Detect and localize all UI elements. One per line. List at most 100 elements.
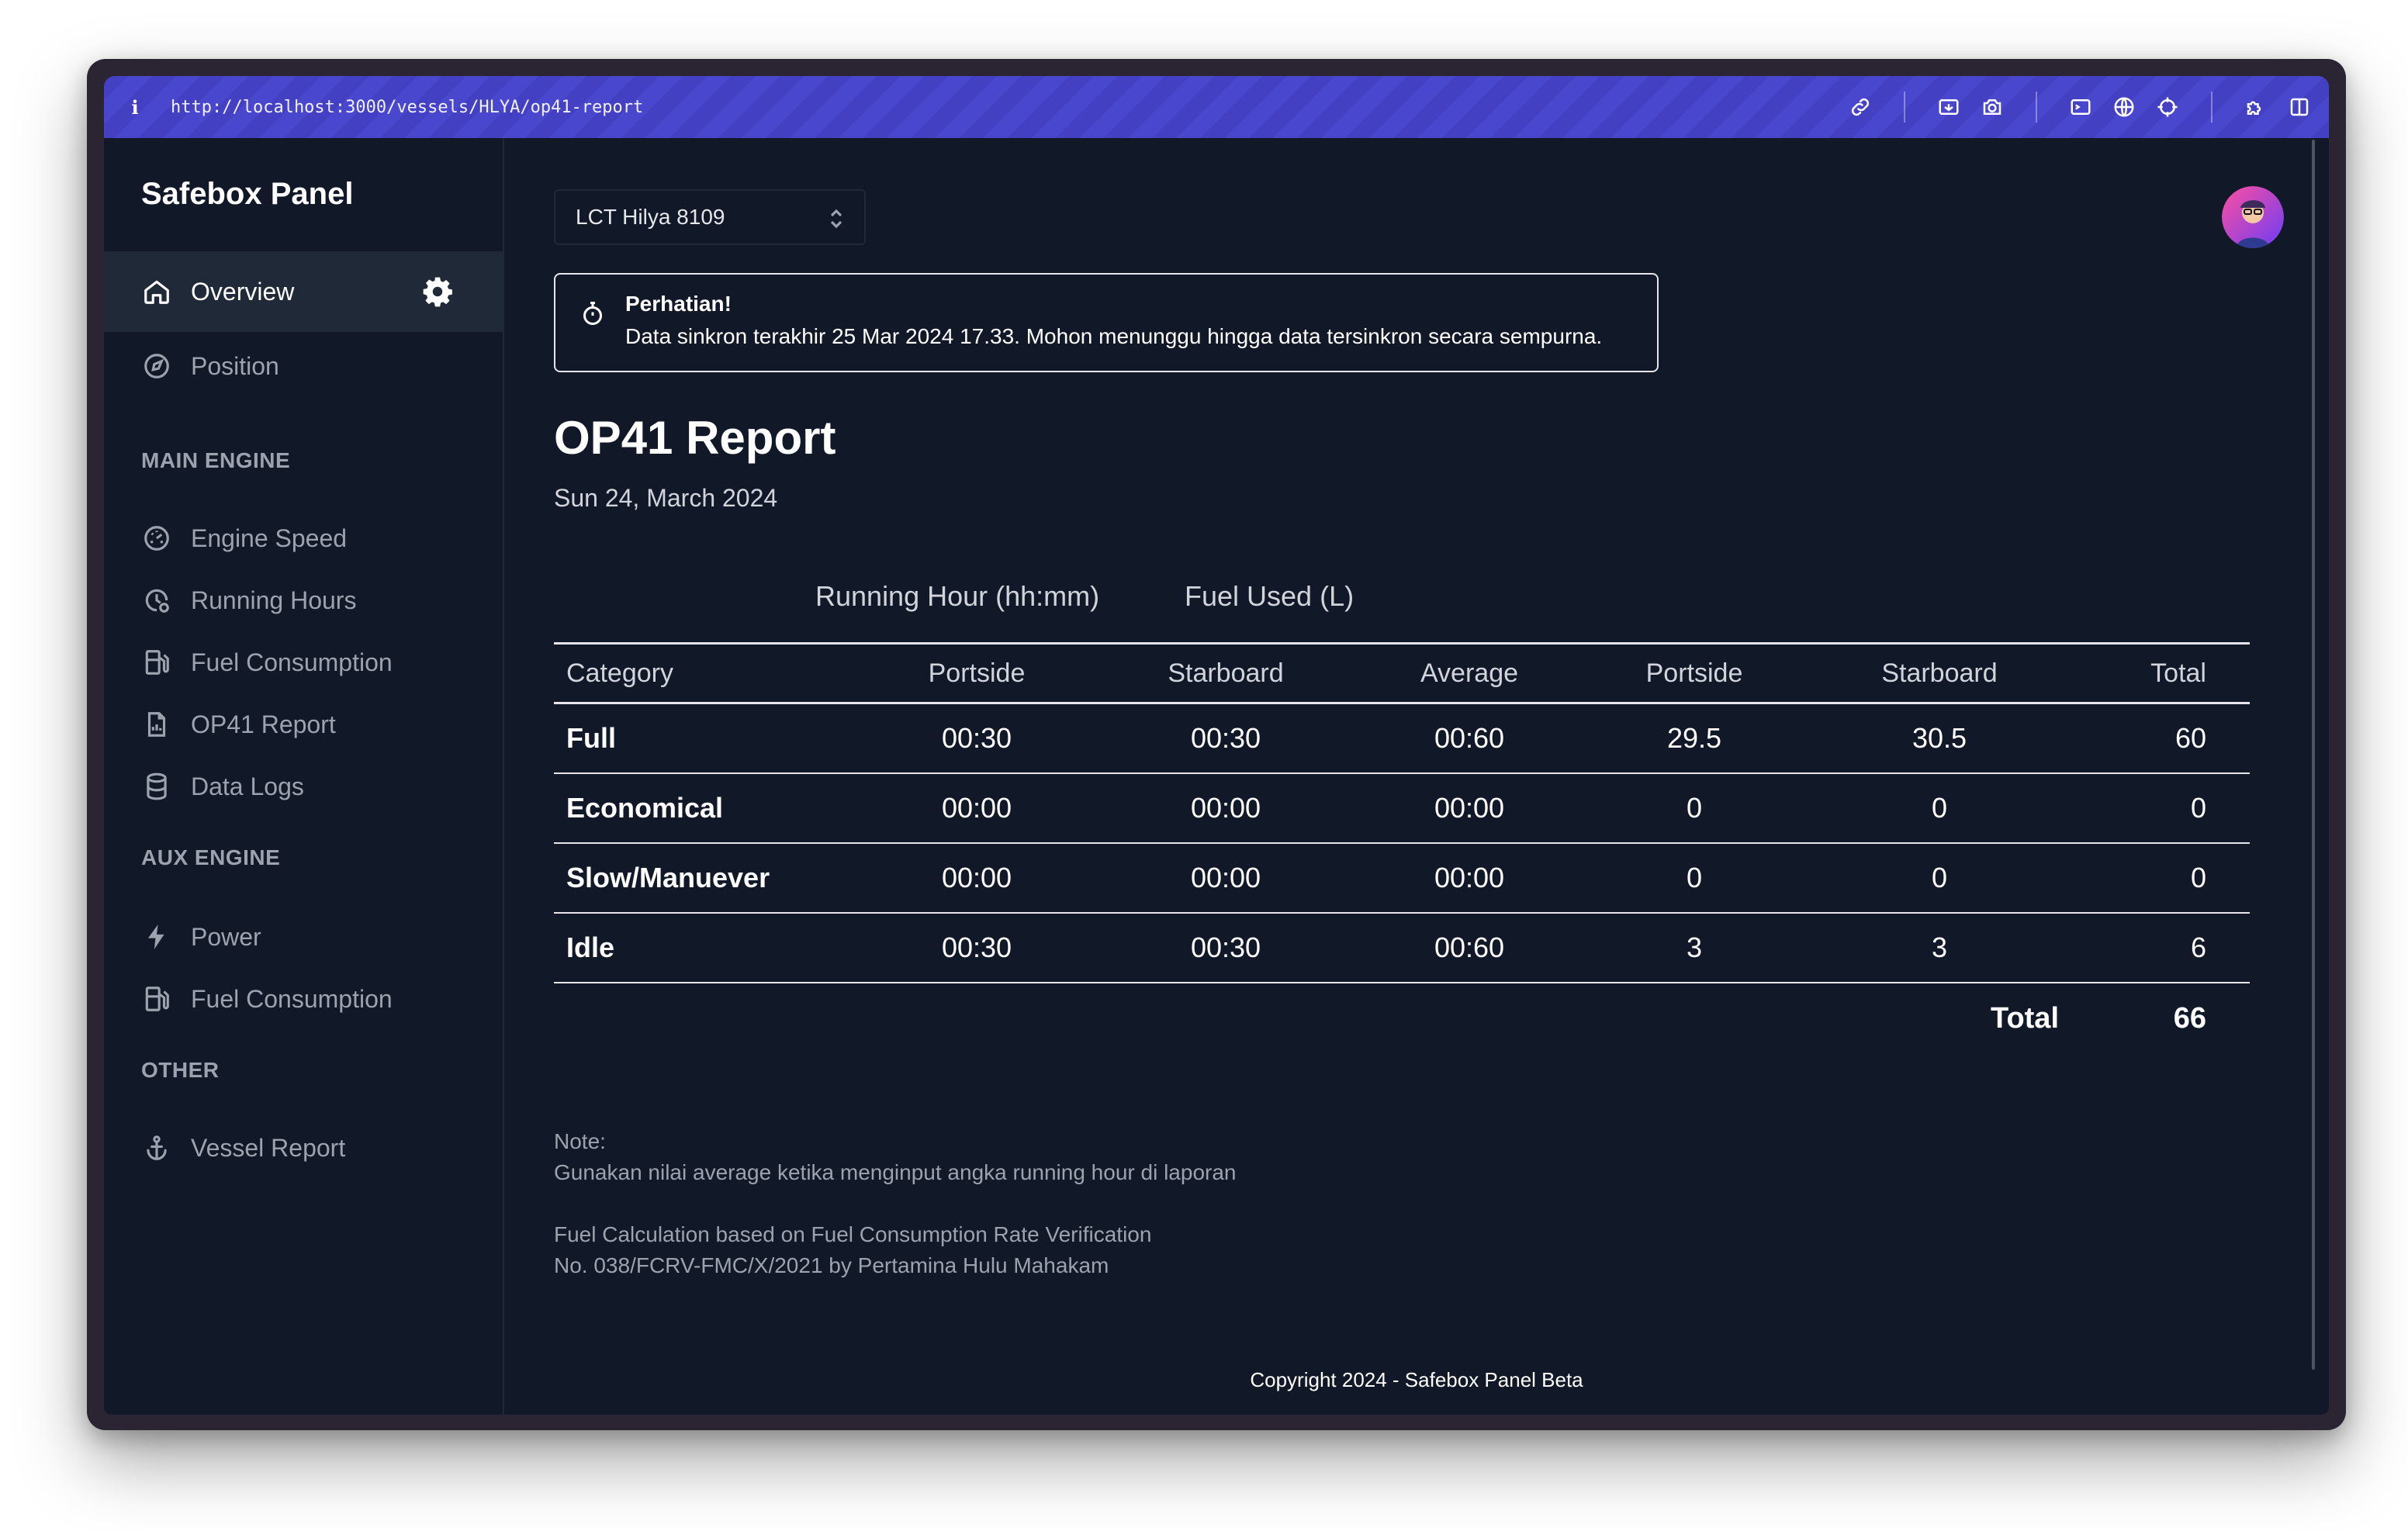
sidebar: Safebox Panel Overview Position MAIN ENG…	[104, 138, 504, 1415]
screenshot-icon[interactable]	[1935, 93, 1963, 121]
column-header-fuel-total: Total	[2150, 658, 2206, 688]
report-icon	[141, 709, 172, 740]
extension-icon[interactable]	[2242, 93, 2270, 121]
timer-icon	[579, 298, 607, 329]
sidebar-item-data-logs[interactable]: Data Logs	[104, 755, 503, 817]
cell-fuel-starboard: 0	[1931, 862, 1948, 893]
sidebar-item-label: Running Hours	[191, 586, 357, 614]
gauge-icon	[141, 523, 172, 554]
camera-icon[interactable]	[1978, 93, 2006, 121]
url-bar[interactable]: http://localhost:3000/vessels/HLYA/op41-…	[171, 98, 643, 117]
info-icon[interactable]: i	[119, 96, 150, 119]
cell-rh-average: 00:60	[1434, 931, 1505, 963]
sync-alert: Perhatian! Data sinkron terakhir 25 Mar …	[554, 273, 1659, 372]
sidebar-item-label: Data Logs	[191, 772, 304, 800]
section-main-engine: MAIN ENGINE	[141, 448, 291, 472]
sidebar-item-label: Fuel Consumption	[191, 648, 393, 676]
cell-rh-starboard: 00:30	[1190, 931, 1261, 963]
browser-titlebar: i http://localhost:3000/vessels/HLYA/op4…	[104, 76, 2329, 138]
column-header-rh-portside: Portside	[928, 658, 1026, 688]
column-header-rh-starboard: Starboard	[1168, 658, 1284, 688]
sidebar-item-power[interactable]: Power	[104, 906, 503, 968]
avatar[interactable]	[2222, 186, 2284, 248]
footer-copyright: Copyright 2024 - Safebox Panel Beta	[1250, 1368, 1583, 1391]
table-row: Economical 00:00 00:00 00:00 0 0 0	[554, 774, 2250, 844]
table-total-row: Total 66	[554, 983, 2250, 1053]
cell-fuel-starboard: 3	[1931, 931, 1948, 963]
cell-fuel-portside: 3	[1686, 931, 1703, 963]
group-header-running-hour: Running Hour (hh:mm)	[815, 580, 1100, 612]
column-header-fuel-starboard: Starboard	[1881, 658, 1998, 688]
cell-rh-average: 00:00	[1434, 792, 1505, 824]
table-row: Full 00:30 00:30 00:60 29.5 30.5 60	[554, 704, 2250, 774]
cell-fuel-total: 0	[2190, 862, 2206, 893]
cell-rh-starboard: 00:00	[1190, 862, 1261, 893]
chevron-up-down-icon	[827, 206, 846, 231]
vessel-select[interactable]: LCT Hilya 8109	[554, 189, 866, 245]
group-header-fuel-used: Fuel Used (L)	[1185, 580, 1354, 612]
cell-fuel-starboard: 0	[1931, 792, 1948, 824]
sidebar-item-label: Fuel Consumption	[191, 984, 393, 1013]
bolt-icon	[141, 921, 172, 952]
main-content: LCT Hilya 8109 Perhatian! Data sinkron t…	[504, 138, 2329, 1415]
cell-rh-portside: 00:00	[941, 792, 1012, 824]
sidebar-item-aux-fuel-consumption[interactable]: Fuel Consumption	[104, 968, 503, 1030]
sidebar-item-running-hours[interactable]: Running Hours	[104, 569, 503, 631]
vertical-scrollbar[interactable]	[2312, 140, 2315, 1370]
cell-rh-starboard: 00:00	[1190, 792, 1261, 824]
navigation-icon	[141, 351, 172, 382]
clock-icon	[141, 585, 172, 616]
sidebar-item-label: Vessel Report	[191, 1133, 346, 1162]
table-header-row: Category Portside Starboard Average Port…	[554, 642, 2250, 704]
cell-fuel-total: 0	[2190, 792, 2206, 824]
cell-rh-average: 00:00	[1434, 862, 1505, 893]
browser-window: i http://localhost:3000/vessels/HLYA/op4…	[87, 59, 2346, 1430]
cell-rh-starboard: 00:30	[1190, 722, 1261, 754]
cell-rh-portside: 00:30	[941, 931, 1012, 963]
toolbar-divider	[2211, 92, 2213, 123]
browser-toolbar	[1831, 92, 2313, 123]
sidebar-item-vessel-report[interactable]: Vessel Report	[104, 1117, 503, 1179]
sidebar-item-position[interactable]: Position	[104, 335, 503, 397]
sidebar-item-label: Overview	[191, 277, 295, 306]
column-header-fuel-portside: Portside	[1645, 658, 1743, 688]
note-label: Note:	[554, 1129, 606, 1153]
database-icon	[141, 771, 172, 802]
total-label: Total	[1991, 1001, 2059, 1035]
report-date: Sun 24, March 2024	[554, 484, 778, 512]
alert-title: Perhatian!	[625, 292, 732, 316]
sidebar-item-overview[interactable]: Overview	[104, 251, 503, 332]
sidebar-item-label: Position	[191, 351, 279, 380]
table-row: Idle 00:30 00:30 00:60 3 3 6	[554, 914, 2250, 983]
fuel-icon	[141, 647, 172, 678]
cell-fuel-starboard: 30.5	[1912, 722, 1967, 754]
toolbar-divider	[2036, 92, 2037, 123]
crosshair-icon[interactable]	[2154, 93, 2181, 121]
column-header-category: Category	[566, 658, 673, 688]
sidebar-toggle-icon[interactable]	[2285, 93, 2313, 121]
section-aux-engine: AUX ENGINE	[141, 845, 281, 869]
cell-fuel-portside: 0	[1686, 792, 1703, 824]
cell-fuel-portside: 0	[1686, 862, 1703, 893]
link-icon[interactable]	[1846, 93, 1874, 121]
sidebar-item-fuel-consumption[interactable]: Fuel Consumption	[104, 631, 503, 693]
total-value: 66	[2173, 1001, 2206, 1035]
sidebar-item-op41-report[interactable]: OP41 Report	[104, 693, 503, 755]
cell-rh-average: 00:60	[1434, 722, 1505, 754]
sidebar-item-label: OP41 Report	[191, 710, 336, 738]
sidebar-item-engine-speed[interactable]: Engine Speed	[104, 507, 503, 569]
row-category: Idle	[566, 931, 615, 963]
terminal-icon[interactable]	[2067, 93, 2095, 121]
page-title: OP41 Report	[554, 412, 836, 464]
cell-fuel-total: 6	[2190, 931, 2206, 963]
globe-icon[interactable]	[2110, 93, 2138, 121]
fuel-icon	[141, 983, 172, 1014]
row-category: Full	[566, 722, 616, 754]
gear-icon[interactable]	[420, 275, 455, 309]
row-category: Slow/Manuever	[566, 862, 770, 893]
cell-rh-portside: 00:30	[941, 722, 1012, 754]
anchor-icon	[141, 1132, 172, 1163]
section-other: OTHER	[141, 1058, 220, 1082]
row-category: Economical	[566, 792, 724, 824]
brand-title: Safebox Panel	[141, 177, 354, 211]
